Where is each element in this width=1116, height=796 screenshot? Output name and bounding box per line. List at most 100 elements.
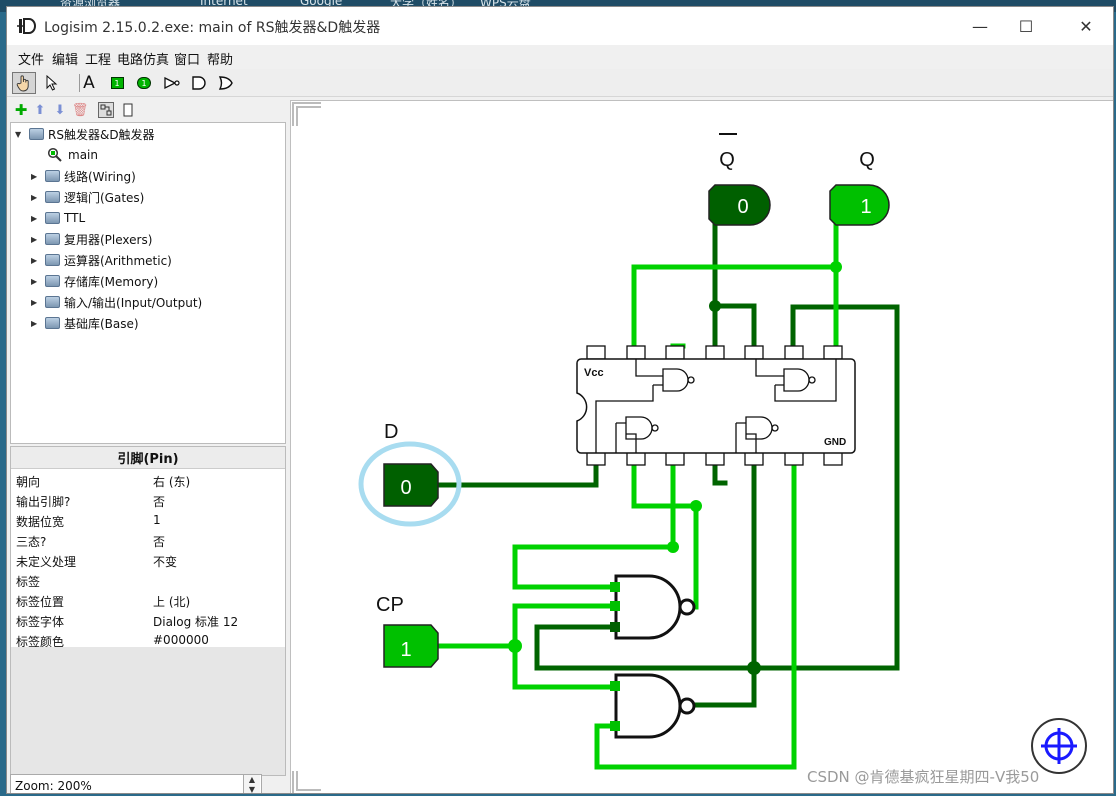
- hand-poke-tool[interactable]: [12, 72, 36, 94]
- move-up-icon[interactable]: ⬆: [32, 102, 48, 118]
- menu-file[interactable]: 文件: [18, 49, 44, 68]
- prop-value[interactable]: Dialog 标准 12: [153, 613, 238, 630]
- input-pin-d[interactable]: 0: [383, 463, 439, 507]
- menu-bar: 文件 编辑 工程 电路仿真 窗口 帮助: [7, 45, 1113, 69]
- tree-toolbar: ✚ ⬆ ⬇ 🗑: [10, 98, 286, 122]
- input-pin-tool[interactable]: 1: [105, 72, 129, 94]
- prop-key: 朝向: [16, 475, 41, 489]
- tree-item-label: TTL: [64, 211, 86, 225]
- label-q: Q: [859, 149, 875, 171]
- menu-help[interactable]: 帮助: [207, 49, 233, 68]
- close-button[interactable]: ✕: [1063, 7, 1109, 45]
- zoom-spinner[interactable]: ▲ ▼: [243, 775, 260, 793]
- prop-row-facing[interactable]: 朝向 右 (东): [11, 470, 283, 490]
- layout-view-icon[interactable]: [98, 102, 114, 118]
- spin-down-icon[interactable]: ▼: [244, 785, 260, 793]
- prop-row-pull[interactable]: 未定义处理 不变: [11, 550, 283, 570]
- prop-value[interactable]: 上 (北): [153, 593, 190, 610]
- prop-key: 三态?: [16, 535, 47, 549]
- cp-value: 1: [400, 639, 411, 661]
- chip-gnd-label: GND: [824, 437, 846, 448]
- tree-item-arithmetic[interactable]: ▶ 运算器(Arithmetic): [31, 250, 172, 270]
- tree-item-ttl[interactable]: ▶ TTL: [31, 208, 85, 228]
- logisim-app-icon: [17, 18, 36, 34]
- window-title: Logisim 2.15.0.2.exe: main of RS触发器&D触发器: [44, 20, 381, 36]
- output-pin-q[interactable]: 1: [829, 184, 890, 226]
- zoom-field[interactable]: Zoom: 200%: [10, 774, 262, 793]
- folder-icon: [45, 191, 60, 203]
- title-bar[interactable]: Logisim 2.15.0.2.exe: main of RS触发器&D触发器…: [7, 7, 1113, 45]
- minimize-button[interactable]: —: [957, 7, 1003, 45]
- menu-window[interactable]: 窗口: [174, 49, 200, 68]
- output-pin-tool[interactable]: 1: [132, 72, 156, 94]
- chip-vcc-label: Vcc: [584, 367, 604, 379]
- tree-item-gates[interactable]: ▶ 逻辑门(Gates): [31, 187, 144, 207]
- chip-body: [576, 358, 856, 454]
- navigation-crosshair-icon[interactable]: [1031, 718, 1087, 774]
- prop-key: 标签位置: [16, 595, 65, 609]
- tree-item-label: 复用器(Plexers): [64, 232, 153, 247]
- select-arrow-tool[interactable]: [40, 72, 64, 94]
- label-d: D: [384, 421, 398, 443]
- properties-empty-area: [11, 647, 285, 775]
- prop-row-output[interactable]: 输出引脚? 否: [11, 490, 283, 510]
- menu-simulate[interactable]: 电路仿真: [117, 49, 169, 68]
- tree-item-base[interactable]: ▶ 基础库(Base): [31, 313, 139, 333]
- folder-icon: [45, 275, 60, 287]
- tree-item-label: main: [68, 148, 98, 162]
- prop-value[interactable]: #000000: [153, 633, 209, 647]
- prop-value[interactable]: 否: [153, 533, 165, 550]
- prop-key: 未定义处理: [16, 555, 77, 569]
- prop-key: 标签字体: [16, 615, 65, 629]
- menu-edit[interactable]: 编辑: [52, 49, 78, 68]
- folder-icon: [45, 254, 60, 266]
- nand-gate-1[interactable]: [610, 574, 696, 640]
- prop-key: 输出引脚?: [16, 495, 71, 509]
- tree-item-label: 运算器(Arithmetic): [64, 253, 172, 268]
- prop-row-width[interactable]: 数据位宽 1: [11, 510, 283, 530]
- d-value: 0: [400, 477, 411, 499]
- tree-item-label: 逻辑门(Gates): [64, 190, 145, 205]
- prop-row-label-font[interactable]: 标签字体 Dialog 标准 12: [11, 610, 283, 630]
- spin-up-icon[interactable]: ▲: [244, 775, 260, 785]
- delete-icon[interactable]: 🗑: [72, 102, 89, 118]
- tree-item-memory[interactable]: ▶ 存储库(Memory): [31, 271, 158, 291]
- appearance-view-icon[interactable]: [120, 102, 136, 118]
- collapsed-triangle-icon: ▶: [31, 171, 38, 181]
- or-gate-tool[interactable]: [214, 72, 238, 94]
- not-gate-icon: [164, 76, 180, 90]
- maximize-button[interactable]: ☐: [1003, 7, 1049, 45]
- prop-value[interactable]: 1: [153, 513, 161, 527]
- move-down-icon[interactable]: ⬇: [52, 102, 68, 118]
- and-gate-tool[interactable]: [187, 72, 211, 94]
- output-pin-qbar[interactable]: 0: [708, 184, 771, 226]
- tree-item-label: 基础库(Base): [64, 316, 139, 331]
- nand-gate-2[interactable]: [610, 673, 696, 739]
- tree-project-node[interactable]: ▼ RS触发器&D触发器: [15, 124, 155, 144]
- project-name: RS触发器&D触发器: [48, 127, 155, 142]
- tree-item-wiring[interactable]: ▶ 线路(Wiring): [31, 166, 136, 186]
- prop-row-tristate[interactable]: 三态? 否: [11, 530, 283, 550]
- prop-key: 数据位宽: [16, 515, 65, 529]
- and-gate-icon: [192, 76, 206, 90]
- text-tool[interactable]: A: [77, 72, 101, 94]
- prop-value[interactable]: 右 (东): [153, 473, 190, 490]
- tree-item-plexers[interactable]: ▶ 复用器(Plexers): [31, 229, 152, 249]
- tree-item-main[interactable]: main: [47, 145, 98, 165]
- logisim-window: Logisim 2.15.0.2.exe: main of RS触发器&D触发器…: [6, 6, 1114, 794]
- prop-row-label-location[interactable]: 标签位置 上 (北): [11, 590, 283, 610]
- qbar-value: 0: [737, 196, 748, 218]
- prop-value[interactable]: 否: [153, 493, 165, 510]
- tree-item-io[interactable]: ▶ 输入/输出(Input/Output): [31, 292, 202, 312]
- menu-project[interactable]: 工程: [85, 49, 111, 68]
- add-circuit-icon[interactable]: ✚: [13, 101, 29, 119]
- circuit-drawing[interactable]: Vcc GND 0 1 Q Q 0 D 1 CP: [291, 101, 1114, 794]
- input-pin-cp[interactable]: 1: [383, 624, 439, 668]
- collapsed-triangle-icon: ▶: [31, 318, 38, 328]
- prop-value[interactable]: 不变: [153, 553, 177, 570]
- not-gate-tool[interactable]: [160, 72, 184, 94]
- prop-row-label[interactable]: 标签: [11, 570, 283, 590]
- circuit-canvas[interactable]: Vcc GND 0 1 Q Q 0 D 1 CP: [290, 100, 1114, 794]
- ttl-chip[interactable]: Vcc GND: [576, 345, 856, 466]
- tree-item-label: 存储库(Memory): [64, 274, 159, 289]
